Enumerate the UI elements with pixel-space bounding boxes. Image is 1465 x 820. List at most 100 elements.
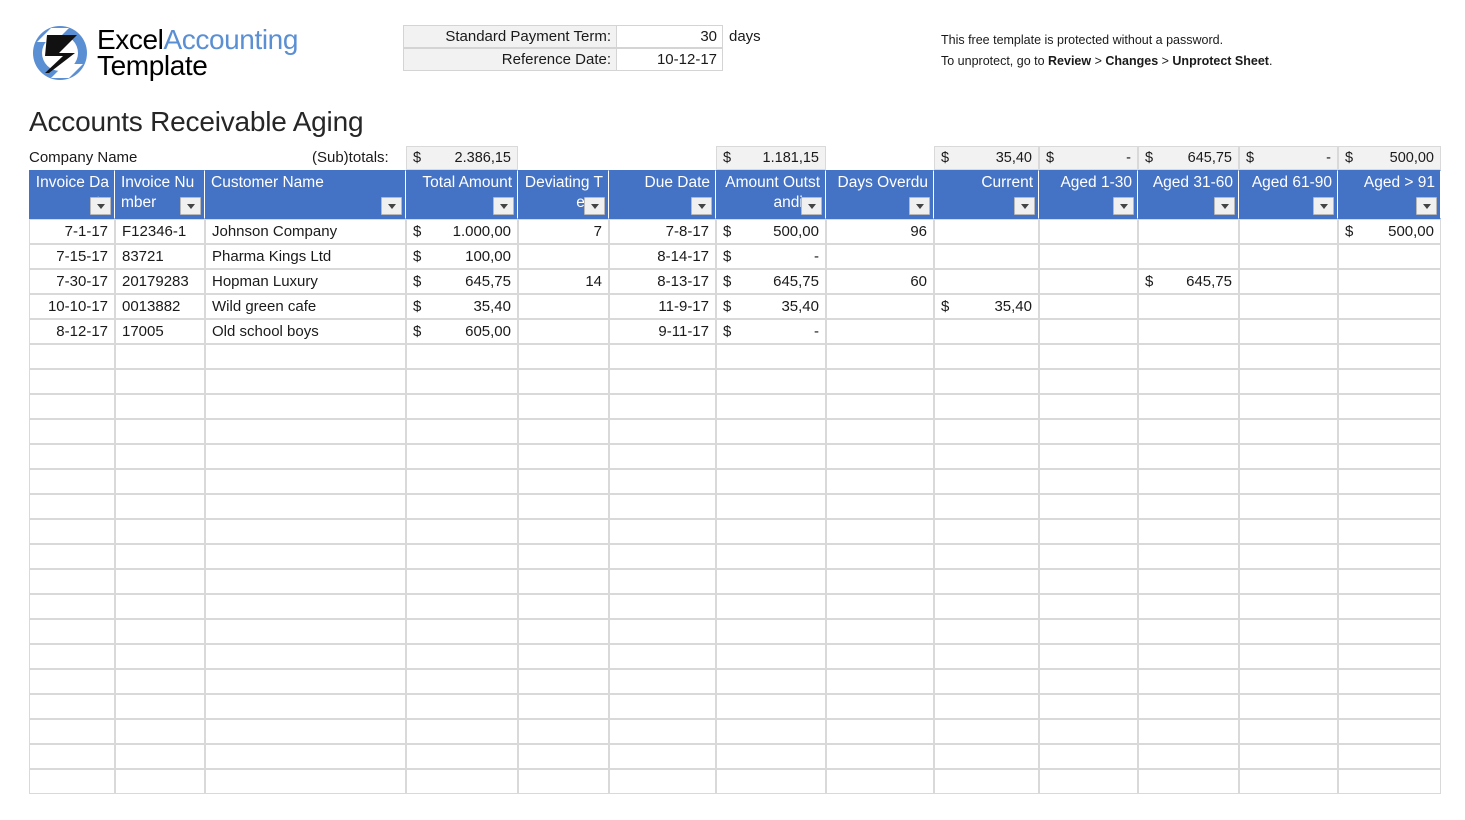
cell-current[interactable] bbox=[934, 744, 1039, 769]
cell-aged_31_60[interactable] bbox=[1138, 394, 1239, 419]
cell-aged_gt_91[interactable] bbox=[1338, 519, 1441, 544]
cell-aged_gt_91[interactable] bbox=[1338, 569, 1441, 594]
cell-invoice_number[interactable] bbox=[115, 394, 205, 419]
cell-total_amount[interactable] bbox=[406, 769, 518, 794]
cell-aged_31_60[interactable] bbox=[1138, 219, 1239, 244]
cell-amount_outstanding[interactable] bbox=[716, 469, 826, 494]
cell-days_overdue[interactable] bbox=[826, 294, 934, 319]
cell-days_overdue[interactable] bbox=[826, 244, 934, 269]
filter-dropdown-icon-aged_gt_91[interactable] bbox=[1416, 197, 1437, 215]
cell-days_overdue[interactable] bbox=[826, 719, 934, 744]
cell-aged_1_30[interactable] bbox=[1039, 644, 1138, 669]
cell-deviating_term[interactable] bbox=[518, 244, 609, 269]
cell-deviating_term[interactable] bbox=[518, 394, 609, 419]
cell-aged_31_60[interactable] bbox=[1138, 369, 1239, 394]
cell-invoice_number[interactable] bbox=[115, 544, 205, 569]
cell-invoice_number[interactable]: 83721 bbox=[115, 244, 205, 269]
cell-amount_outstanding[interactable] bbox=[716, 569, 826, 594]
cell-days_overdue[interactable] bbox=[826, 694, 934, 719]
cell-aged_1_30[interactable] bbox=[1039, 769, 1138, 794]
cell-aged_1_30[interactable] bbox=[1039, 244, 1138, 269]
cell-amount_outstanding[interactable] bbox=[716, 519, 826, 544]
cell-deviating_term[interactable] bbox=[518, 494, 609, 519]
cell-amount_outstanding[interactable] bbox=[716, 394, 826, 419]
cell-aged_31_60[interactable] bbox=[1138, 644, 1239, 669]
cell-customer_name[interactable] bbox=[205, 494, 406, 519]
cell-customer_name[interactable]: Johnson Company bbox=[205, 219, 406, 244]
cell-total_amount[interactable] bbox=[406, 394, 518, 419]
cell-days_overdue[interactable]: 96 bbox=[826, 219, 934, 244]
cell-invoice_date[interactable] bbox=[29, 669, 115, 694]
cell-amount_outstanding[interactable] bbox=[716, 544, 826, 569]
cell-total_amount[interactable]: $35,40 bbox=[406, 294, 518, 319]
cell-total_amount[interactable] bbox=[406, 569, 518, 594]
cell-aged_1_30[interactable] bbox=[1039, 294, 1138, 319]
cell-days_overdue[interactable] bbox=[826, 344, 934, 369]
cell-aged_61_90[interactable] bbox=[1239, 594, 1338, 619]
cell-aged_61_90[interactable] bbox=[1239, 494, 1338, 519]
cell-invoice_date[interactable] bbox=[29, 394, 115, 419]
cell-invoice_date[interactable] bbox=[29, 519, 115, 544]
cell-aged_1_30[interactable] bbox=[1039, 519, 1138, 544]
cell-deviating_term[interactable] bbox=[518, 594, 609, 619]
cell-aged_31_60[interactable] bbox=[1138, 594, 1239, 619]
cell-aged_1_30[interactable] bbox=[1039, 494, 1138, 519]
cell-current[interactable] bbox=[934, 319, 1039, 344]
cell-aged_31_60[interactable]: $645,75 bbox=[1138, 269, 1239, 294]
cell-days_overdue[interactable] bbox=[826, 744, 934, 769]
cell-aged_61_90[interactable] bbox=[1239, 569, 1338, 594]
cell-due_date[interactable] bbox=[609, 394, 716, 419]
cell-days_overdue[interactable] bbox=[826, 419, 934, 444]
cell-total_amount[interactable] bbox=[406, 619, 518, 644]
cell-days_overdue[interactable] bbox=[826, 369, 934, 394]
cell-amount_outstanding[interactable] bbox=[716, 694, 826, 719]
cell-invoice_date[interactable] bbox=[29, 444, 115, 469]
cell-customer_name[interactable]: Pharma Kings Ltd bbox=[205, 244, 406, 269]
cell-current[interactable] bbox=[934, 769, 1039, 794]
cell-deviating_term[interactable] bbox=[518, 519, 609, 544]
cell-aged_61_90[interactable] bbox=[1239, 319, 1338, 344]
cell-aged_1_30[interactable] bbox=[1039, 669, 1138, 694]
column-header-aged_gt_91[interactable]: Aged > 91 bbox=[1338, 170, 1441, 219]
cell-amount_outstanding[interactable]: $500,00 bbox=[716, 219, 826, 244]
cell-aged_61_90[interactable] bbox=[1239, 444, 1338, 469]
cell-invoice_number[interactable] bbox=[115, 469, 205, 494]
cell-aged_61_90[interactable] bbox=[1239, 244, 1338, 269]
cell-aged_gt_91[interactable] bbox=[1338, 694, 1441, 719]
cell-invoice_date[interactable] bbox=[29, 369, 115, 394]
cell-current[interactable] bbox=[934, 719, 1039, 744]
column-header-customer_name[interactable]: Customer Name bbox=[205, 170, 406, 219]
cell-aged_gt_91[interactable] bbox=[1338, 319, 1441, 344]
cell-invoice_date[interactable]: 7-1-17 bbox=[29, 219, 115, 244]
cell-invoice_date[interactable]: 7-15-17 bbox=[29, 244, 115, 269]
cell-due_date[interactable] bbox=[609, 469, 716, 494]
cell-due_date[interactable] bbox=[609, 594, 716, 619]
cell-aged_61_90[interactable] bbox=[1239, 619, 1338, 644]
cell-current[interactable]: $35,40 bbox=[934, 294, 1039, 319]
cell-customer_name[interactable] bbox=[205, 744, 406, 769]
cell-invoice_number[interactable] bbox=[115, 694, 205, 719]
cell-aged_gt_91[interactable] bbox=[1338, 469, 1441, 494]
cell-aged_31_60[interactable] bbox=[1138, 294, 1239, 319]
cell-aged_61_90[interactable] bbox=[1239, 744, 1338, 769]
cell-due_date[interactable] bbox=[609, 619, 716, 644]
cell-amount_outstanding[interactable] bbox=[716, 344, 826, 369]
column-header-invoice_number[interactable]: Invoice Number bbox=[115, 170, 205, 219]
column-header-amount_outstanding[interactable]: Amount Outstanding bbox=[716, 170, 826, 219]
cell-aged_gt_91[interactable] bbox=[1338, 369, 1441, 394]
cell-deviating_term[interactable] bbox=[518, 744, 609, 769]
cell-customer_name[interactable] bbox=[205, 594, 406, 619]
cell-amount_outstanding[interactable] bbox=[716, 719, 826, 744]
cell-aged_61_90[interactable] bbox=[1239, 419, 1338, 444]
cell-aged_1_30[interactable] bbox=[1039, 394, 1138, 419]
cell-due_date[interactable] bbox=[609, 694, 716, 719]
cell-customer_name[interactable] bbox=[205, 569, 406, 594]
column-header-current[interactable]: Current bbox=[934, 170, 1039, 219]
cell-total_amount[interactable] bbox=[406, 444, 518, 469]
cell-invoice_date[interactable] bbox=[29, 569, 115, 594]
cell-current[interactable] bbox=[934, 694, 1039, 719]
cell-days_overdue[interactable] bbox=[826, 319, 934, 344]
cell-customer_name[interactable] bbox=[205, 719, 406, 744]
cell-invoice_date[interactable]: 8-12-17 bbox=[29, 319, 115, 344]
cell-due_date[interactable]: 7-8-17 bbox=[609, 219, 716, 244]
